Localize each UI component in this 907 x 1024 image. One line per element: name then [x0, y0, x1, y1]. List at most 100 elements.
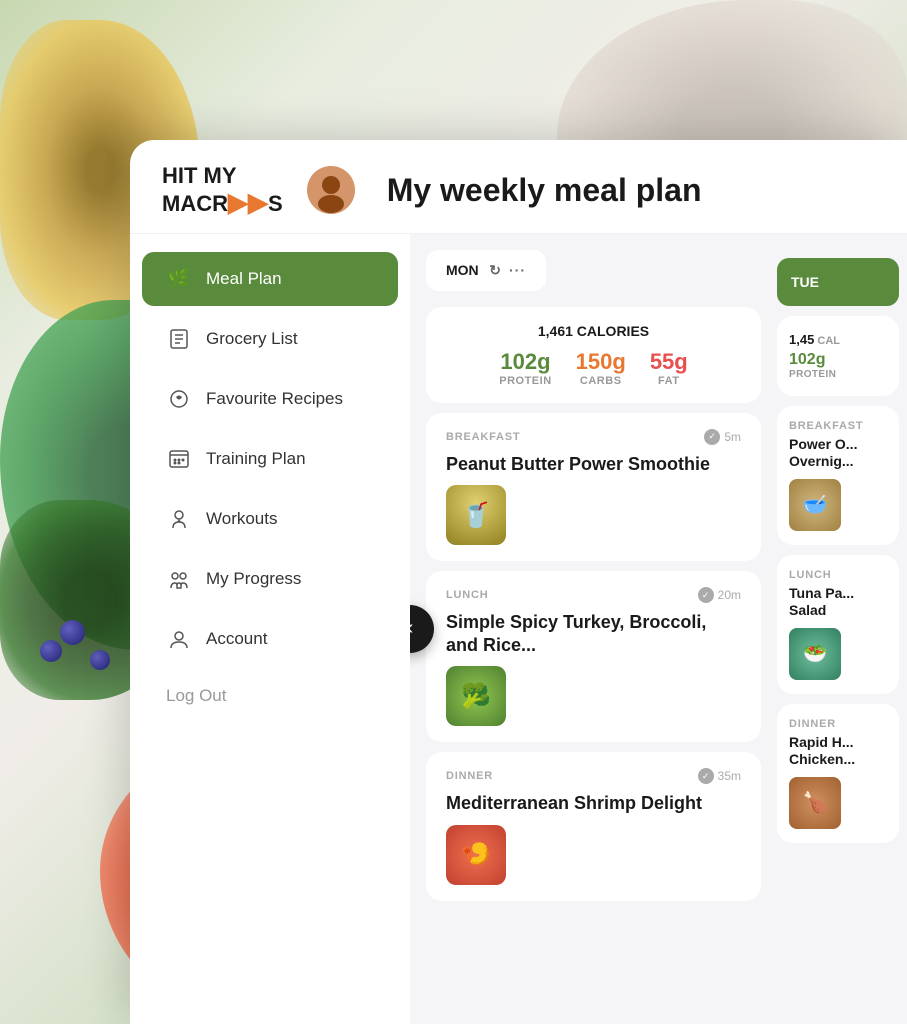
tuesday-lunch-card[interactable]: LUNCH Tuna Pa... Salad 🥗 — [777, 555, 899, 694]
logo-line1: HIT MY — [162, 163, 237, 188]
monday-column: MON ↻ ··· 1,461 CALORIES — [410, 234, 777, 1024]
lunch-header: LUNCH ✓ 20m — [446, 587, 741, 603]
lunch-time: ✓ 20m — [698, 587, 741, 603]
app-card: HIT MY MACR▶▶S My weekly meal plan 🌿 Mea… — [130, 140, 907, 1024]
sidebar-item-meal-plan[interactable]: 🌿 Meal Plan — [142, 252, 398, 306]
logout-button[interactable]: Log Out — [142, 672, 398, 720]
sidebar-item-training-plan[interactable]: Training Plan — [142, 432, 398, 486]
sidebar-item-account[interactable]: Account — [142, 612, 398, 666]
dinner-thumbnail: 🍤 — [446, 825, 506, 885]
account-icon — [166, 626, 192, 652]
tuesday-label: TUE — [791, 274, 819, 290]
training-plan-icon — [166, 446, 192, 472]
logo-carrot-icon: ▶▶ — [228, 187, 268, 217]
tuesday-breakfast-card[interactable]: BREAKFAST Power O... Overnig... 🥣 — [777, 406, 899, 545]
sidebar-label-my-progress: My Progress — [206, 569, 301, 589]
grocery-list-icon — [166, 326, 192, 352]
fat-value: 55g — [650, 349, 688, 375]
dinner-card[interactable]: DINNER ✓ 35m Mediterranean Shrimp Deligh… — [426, 752, 761, 901]
favourite-recipes-icon — [166, 386, 192, 412]
chicken-image: 🍗 — [789, 777, 841, 829]
page-title: My weekly meal plan — [387, 172, 702, 209]
tuesday-dinner-card[interactable]: DINNER Rapid H... Chicken... 🍗 — [777, 704, 899, 843]
dinner-time: ✓ 35m — [698, 768, 741, 784]
lunch-card[interactable]: LUNCH ✓ 20m Simple Spicy Turkey, Broccol… — [426, 571, 761, 742]
tuesday-calories-card: 1,45 CAL 102g PROTEIN — [777, 316, 899, 396]
breakfast-type: BREAKFAST — [446, 431, 520, 443]
chevron-left-icon: ‹ — [410, 617, 413, 640]
calories-title: 1,461 CALORIES — [446, 323, 741, 339]
berry-decoration-3 — [40, 640, 62, 662]
dinner-time-check-icon: ✓ — [698, 768, 714, 784]
tuesday-dinner-name: Rapid H... Chicken... — [789, 734, 887, 769]
more-options-icon[interactable]: ··· — [509, 262, 526, 278]
logo-text: HIT MY MACR▶▶S — [162, 164, 283, 217]
tuesday-cal-suffix: CAL — [814, 335, 840, 347]
dinner-header: DINNER ✓ 35m — [446, 768, 741, 784]
carbs-macro: 150g CARBS — [576, 349, 626, 387]
breakfast-header: BREAKFAST ✓ 5m — [446, 429, 741, 445]
breakfast-card[interactable]: BREAKFAST ✓ 5m Peanut Butter Power Smoot… — [426, 413, 761, 562]
lunch-thumbnail: 🥦 — [446, 666, 506, 726]
day-tab-actions: ↻ ··· — [489, 262, 526, 279]
protein-label: PROTEIN — [499, 375, 551, 387]
my-progress-icon — [166, 566, 192, 592]
berry-decoration-2 — [90, 650, 110, 670]
tuesday-column: TUE 1,45 CAL 102g PROTEIN BREAKFAST Powe… — [777, 234, 907, 1024]
sidebar-label-workouts: Workouts — [206, 509, 278, 529]
tuesday-tab-wrap: TUE — [777, 242, 907, 306]
panels-row: MON ↻ ··· 1,461 CALORIES — [410, 234, 907, 1024]
protein-value: 102g — [499, 349, 551, 375]
time-check-icon: ✓ — [704, 429, 720, 445]
tuesday-protein-label: PROTEIN — [789, 369, 887, 380]
tuesday-tab[interactable]: TUE — [777, 258, 899, 306]
lunch-type: LUNCH — [446, 589, 489, 601]
sidebar-item-favourite-recipes[interactable]: Favourite Recipes — [142, 372, 398, 426]
protein-macro: 102g PROTEIN — [499, 349, 551, 387]
sidebar: 🌿 Meal Plan Grocery List — [130, 234, 410, 1024]
tuesday-dinner-thumbnail: 🍗 — [789, 777, 841, 829]
tuesday-lunch-thumbnail: 🥗 — [789, 628, 841, 680]
sidebar-item-workouts[interactable]: Workouts — [142, 492, 398, 546]
tuesday-protein-value: 102g — [789, 351, 887, 369]
smoothie-image: 🥤 — [446, 485, 506, 545]
sidebar-label-account: Account — [206, 629, 267, 649]
monday-tab[interactable]: MON ↻ ··· — [426, 250, 546, 291]
logout-label: Log Out — [166, 686, 227, 706]
logo-line2: MACR — [162, 191, 228, 216]
main-panel: ‹ MON ↻ ··· — [410, 234, 907, 1024]
tuesday-breakfast-type: BREAKFAST — [789, 420, 887, 432]
refresh-icon[interactable]: ↻ — [489, 262, 501, 279]
fat-macro: 55g FAT — [650, 349, 688, 387]
carbs-label: CARBS — [576, 375, 626, 387]
day-tabs: MON ↻ ··· — [410, 234, 777, 299]
breakfast-thumbnail: 🥤 — [446, 485, 506, 545]
tuesday-breakfast-name: Power O... Overnig... — [789, 436, 887, 471]
dinner-type: DINNER — [446, 770, 493, 782]
sidebar-item-my-progress[interactable]: My Progress — [142, 552, 398, 606]
tuna-image: 🥗 — [789, 628, 841, 680]
oats-image: 🥣 — [789, 479, 841, 531]
avatar-svg — [307, 166, 355, 214]
logo-suffix: S — [268, 191, 283, 216]
breakfast-time: ✓ 5m — [704, 429, 741, 445]
monday-label: MON — [446, 262, 479, 278]
breakfast-name: Peanut Butter Power Smoothie — [446, 453, 741, 476]
user-avatar[interactable] — [307, 166, 355, 214]
sidebar-label-favourite-recipes: Favourite Recipes — [206, 389, 343, 409]
workouts-icon — [166, 506, 192, 532]
fat-label: FAT — [650, 375, 688, 387]
app-header: HIT MY MACR▶▶S My weekly meal plan — [130, 140, 907, 234]
tuesday-lunch-name: Tuna Pa... Salad — [789, 585, 887, 620]
sidebar-label-training-plan: Training Plan — [206, 449, 306, 469]
sidebar-item-grocery-list[interactable]: Grocery List — [142, 312, 398, 366]
macros-row: 102g PROTEIN 150g CARBS 55g FAT — [446, 349, 741, 387]
tuesday-lunch-type: LUNCH — [789, 569, 887, 581]
dinner-name: Mediterranean Shrimp Delight — [446, 792, 741, 815]
tuesday-calories-title: 1,45 CAL — [789, 332, 887, 347]
logo: HIT MY MACR▶▶S — [162, 164, 283, 217]
meals-scroll: 1,461 CALORIES 102g PROTEIN 150g CARBS — [410, 299, 777, 1024]
meal-plan-icon: 🌿 — [166, 266, 192, 292]
app-content: 🌿 Meal Plan Grocery List — [130, 234, 907, 1024]
sidebar-label-grocery-list: Grocery List — [206, 329, 298, 349]
